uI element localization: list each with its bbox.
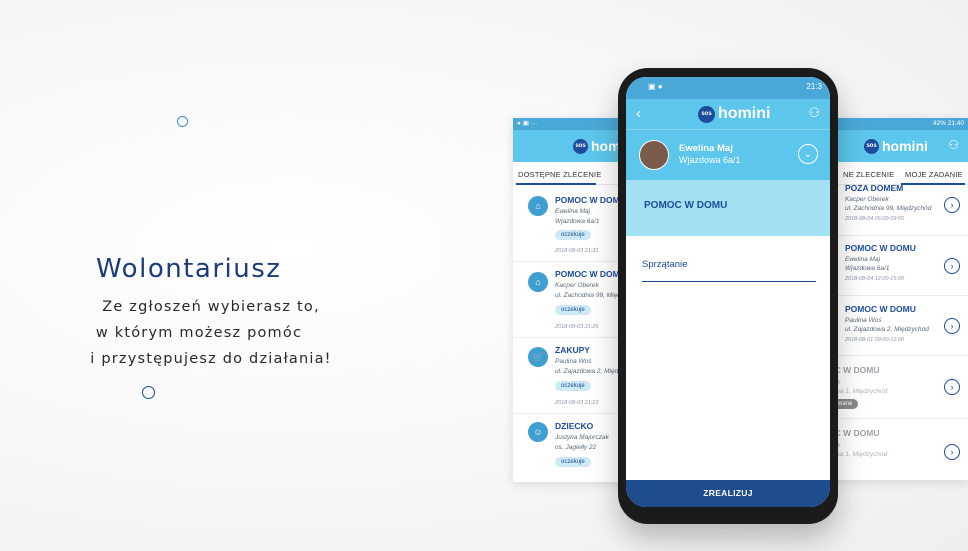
phone-mockup: ▣ ● 21:3 ‹ sos homini ⚇ Ewelina Maj Wjazd… — [618, 68, 838, 524]
headline: Wolontariusz — [96, 254, 282, 284]
tagline-line-3: i przystępujesz do działania! — [90, 351, 332, 367]
tagline-line-2: w którym możesz pomóc — [95, 325, 303, 341]
list-item[interactable]: OC W DOMU orek dowa 1, Międzychód lizowa… — [823, 355, 968, 419]
right-app-screen: 42% 21:40 sos homini ⚇ NE ZLECENIE MOJE Z… — [823, 118, 968, 480]
house-icon: ⌂ — [528, 272, 548, 292]
task-header: POMOC W DOMU — [626, 180, 830, 236]
user-icon[interactable]: ⚇ — [808, 105, 820, 121]
app-logo: sos homini — [698, 105, 770, 123]
tab-bar: DOSTĘPNE ZLECENIE M — [513, 162, 633, 185]
chevron-right-icon[interactable]: › — [944, 318, 960, 334]
list-item[interactable]: ⌂ POMOC W DOMU Ewelina Maj Wjazdowa 6a/1… — [513, 185, 633, 262]
left-app-screen: ● ▣ ··· soshomini DOSTĘPNE ZLECENIE M ⌂ … — [513, 118, 633, 482]
tab-available[interactable]: DOSTĘPNE ZLECENIE — [518, 170, 601, 179]
back-icon[interactable]: ‹ — [636, 105, 641, 122]
app-header: ‹ sos homini ⚇ — [626, 99, 830, 129]
chevron-down-icon[interactable]: ⌄ — [798, 144, 818, 164]
status-badge: oczekuje — [555, 381, 591, 391]
subtask-item[interactable]: Sprzątanie — [642, 255, 816, 282]
profile-address: Wjazdowa 6a/1 — [679, 155, 741, 165]
status-badge: oczekuje — [555, 230, 591, 240]
list-item[interactable]: ☺ DZIECKO Justyna Majorczak os. Jagiełły… — [513, 413, 633, 482]
list-item[interactable]: POMOC W DOMU Paulina Woś ul. Zajazdowa 2… — [823, 295, 968, 356]
profile-panel: Ewelina Maj Wjazdowa 6a/1 ⌄ — [626, 129, 830, 180]
chevron-right-icon[interactable]: › — [944, 444, 960, 460]
list-item[interactable]: 🛒 ZAKUPY Paulina Woś ul. Zajazdowa 2, Mi… — [513, 337, 633, 414]
task-title: POMOC W DOMU — [644, 200, 728, 211]
app-header: sos homini ⚇ — [823, 130, 968, 162]
app-header: sos homini — [513, 130, 633, 162]
avatar — [639, 140, 669, 170]
status-badge: oczekuje — [555, 305, 591, 315]
chevron-right-icon[interactable]: › — [944, 197, 960, 213]
status-bar: ● ▣ ··· — [513, 118, 633, 130]
app-logo: sos homini — [864, 138, 928, 154]
chevron-right-icon[interactable]: › — [944, 258, 960, 274]
list-item[interactable]: OC W DOMU orek dowa 1, Międzychód › — [823, 418, 968, 480]
user-icon[interactable]: ⚇ — [948, 138, 959, 152]
complete-button[interactable]: ZREALIZUJ — [626, 480, 830, 507]
list-item[interactable]: POMOC W DOMU Ewelina Maj Wjazdowa 6a/1 2… — [823, 235, 968, 296]
tagline-line-1: Ze zgłoszeń wybierasz to, — [102, 299, 320, 315]
chevron-right-icon[interactable]: › — [944, 379, 960, 395]
list-item[interactable]: ⌂ POMOC W DOMU Kacper Oberek ul. Zachodn… — [513, 261, 633, 338]
status-bar: 42% 21:40 — [823, 118, 968, 130]
basket-icon: 🛒 — [528, 347, 548, 367]
phone-screen: ▣ ● 21:3 ‹ sos homini ⚇ Ewelina Maj Wjazd… — [626, 77, 830, 507]
house-icon: ⌂ — [528, 196, 548, 216]
status-bar: ▣ ● 21:3 — [626, 77, 830, 99]
child-icon: ☺ — [528, 422, 548, 442]
decorative-ring — [177, 116, 188, 127]
decorative-ring — [142, 386, 155, 399]
list-item[interactable]: POZA DOMEM Kacper Oberek ul. Zachodnia 9… — [823, 175, 968, 236]
status-badge: oczekuje — [555, 457, 591, 467]
profile-name: Ewelina Maj — [679, 143, 733, 154]
